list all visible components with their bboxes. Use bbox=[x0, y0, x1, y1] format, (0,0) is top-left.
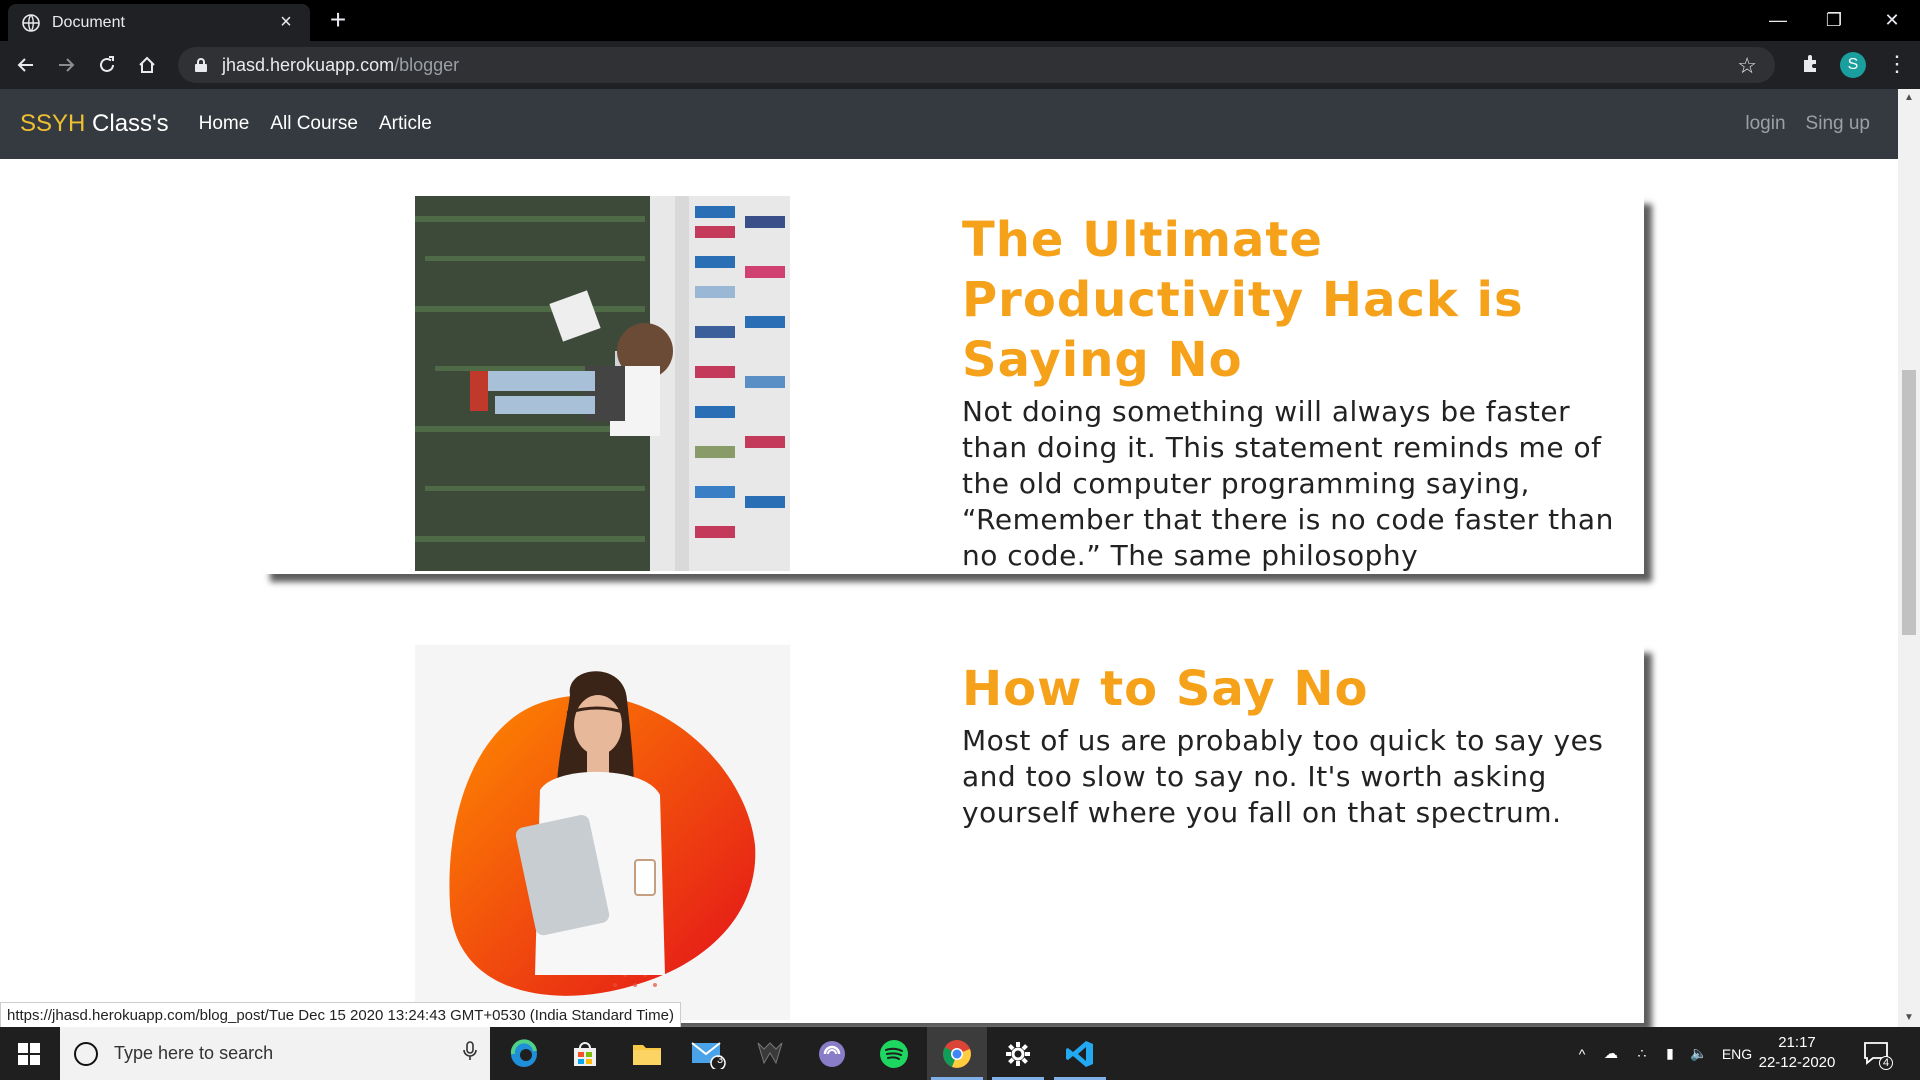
reload-icon bbox=[100, 56, 114, 72]
battery-icon[interactable]: ▮ bbox=[1656, 1045, 1684, 1062]
clock-time: 21:17 bbox=[1778, 1034, 1816, 1051]
reload-button[interactable] bbox=[91, 49, 123, 81]
post-excerpt: Most of us are probably too quick to say… bbox=[962, 724, 1604, 829]
bookmark-star-icon[interactable]: ☆ bbox=[1737, 53, 1757, 79]
post-title[interactable]: How to Say No bbox=[962, 659, 1627, 719]
address-bar[interactable]: jhasd.herokuapp.com/blogger ☆ bbox=[178, 47, 1775, 83]
settings-app-icon[interactable] bbox=[988, 1027, 1048, 1080]
nav-links: Home All Course Article bbox=[199, 113, 453, 135]
microphone-icon[interactable] bbox=[450, 1041, 490, 1066]
clock-date: 22-12-2020 bbox=[1758, 1054, 1836, 1071]
post-card[interactable]: The Ultimate Productivity Hack is Saying… bbox=[262, 196, 1644, 574]
scrollbar-thumb[interactable] bbox=[1902, 370, 1916, 635]
onedrive-cloud-icon[interactable]: ☁ bbox=[1594, 1045, 1628, 1062]
browser-toolbar: jhasd.herokuapp.com/blogger ☆ S ⋮ bbox=[0, 41, 1920, 89]
spotify-icon[interactable] bbox=[864, 1027, 924, 1080]
forward-button[interactable] bbox=[50, 49, 82, 81]
scroll-up-icon[interactable]: ▲ bbox=[1898, 89, 1920, 107]
restore-button[interactable]: ❐ bbox=[1806, 0, 1862, 41]
profile-avatar[interactable]: S bbox=[1840, 52, 1866, 78]
close-window-button[interactable]: ✕ bbox=[1864, 0, 1920, 41]
chevron-up-icon[interactable]: ^ bbox=[1570, 1046, 1594, 1062]
chrome-app-icon[interactable] bbox=[927, 1027, 987, 1080]
new-tab-button[interactable]: + bbox=[326, 6, 350, 34]
notification-center-icon[interactable]: 4 bbox=[1862, 1039, 1893, 1070]
nav-article-link[interactable]: Article bbox=[379, 113, 432, 135]
post-content: The Ultimate Productivity Hack is Saying… bbox=[962, 210, 1627, 574]
windows-logo-icon bbox=[18, 1042, 40, 1065]
login-link[interactable]: login bbox=[1745, 113, 1785, 135]
globe-icon bbox=[22, 13, 40, 32]
url-domain: jhasd.herokuapp.com bbox=[222, 54, 395, 75]
taskbar-clock[interactable]: 21:17 22-12-2020 bbox=[1752, 1033, 1842, 1073]
wifi-icon[interactable]: ∴ bbox=[1628, 1045, 1656, 1062]
scroll-down-icon[interactable]: ▼ bbox=[1898, 1009, 1920, 1027]
mail-app-icon[interactable]: 3 bbox=[678, 1027, 738, 1080]
taskbar-search[interactable]: Type here to search bbox=[60, 1027, 490, 1080]
site-navbar: SSYH Class's Home All Course Article log… bbox=[0, 89, 1898, 159]
brand-accent: SSYH bbox=[20, 110, 86, 137]
cortana-circle-icon bbox=[74, 1041, 98, 1066]
vscode-app-icon[interactable] bbox=[1050, 1027, 1110, 1080]
browser-tab[interactable]: Document × bbox=[8, 4, 310, 41]
back-button[interactable] bbox=[10, 49, 42, 81]
home-icon bbox=[139, 56, 155, 73]
signup-link[interactable]: Sing up bbox=[1806, 113, 1870, 135]
home-button[interactable] bbox=[131, 49, 163, 81]
windows-taskbar: Type here to search 3 ^ ☁ ∴ ▮ 🔈 ENG 21:1… bbox=[0, 1027, 1920, 1080]
mail-badge: 3 bbox=[717, 1054, 724, 1066]
store-app-icon[interactable] bbox=[555, 1027, 615, 1080]
nav-all-course-link[interactable]: All Course bbox=[270, 113, 358, 135]
nav-home-link[interactable]: Home bbox=[199, 113, 250, 135]
brand-rest: Class's bbox=[85, 110, 169, 137]
close-tab-icon[interactable]: × bbox=[276, 11, 296, 34]
browser-titlebar: Document × + — ❐ ✕ bbox=[0, 0, 1920, 41]
auth-links: login Sing up bbox=[1725, 113, 1870, 135]
post-content: How to Say No Most of us are probably to… bbox=[962, 659, 1627, 831]
media-app-icon[interactable] bbox=[802, 1027, 862, 1080]
arrow-right-icon bbox=[59, 58, 75, 72]
start-button[interactable] bbox=[0, 1027, 58, 1080]
more-menu-icon[interactable]: ⋮ bbox=[1886, 52, 1908, 76]
post-image-library bbox=[415, 196, 790, 571]
arrow-left-icon bbox=[17, 58, 33, 72]
file-explorer-icon[interactable] bbox=[617, 1027, 677, 1080]
post-card[interactable]: How to Say No Most of us are probably to… bbox=[262, 645, 1644, 1023]
url-path: /blogger bbox=[394, 54, 460, 75]
tab-title: Document bbox=[52, 13, 125, 31]
notification-count-badge: 4 bbox=[1879, 1056, 1893, 1070]
post-title[interactable]: The Ultimate Productivity Hack is Saying… bbox=[962, 210, 1627, 390]
extensions-puzzle-icon[interactable] bbox=[1800, 52, 1824, 76]
lock-icon bbox=[195, 58, 207, 72]
volume-icon[interactable]: 🔈 bbox=[1684, 1045, 1714, 1062]
post-image-woman bbox=[415, 645, 790, 1020]
blog-list: The Ultimate Productivity Hack is Saying… bbox=[0, 159, 1898, 1027]
post-excerpt: Not doing something will always be faste… bbox=[962, 395, 1614, 572]
site-brand[interactable]: SSYH Class's bbox=[20, 110, 169, 138]
predator-sense-icon[interactable] bbox=[740, 1027, 800, 1080]
edge-app-icon[interactable] bbox=[494, 1027, 554, 1080]
system-tray: ^ ☁ ∴ ▮ 🔈 ENG bbox=[1570, 1027, 1760, 1080]
status-url-tooltip: https://jhasd.herokuapp.com/blog_post/Tu… bbox=[0, 1002, 681, 1029]
minimize-button[interactable]: — bbox=[1750, 0, 1806, 41]
search-placeholder: Type here to search bbox=[114, 1043, 274, 1063]
